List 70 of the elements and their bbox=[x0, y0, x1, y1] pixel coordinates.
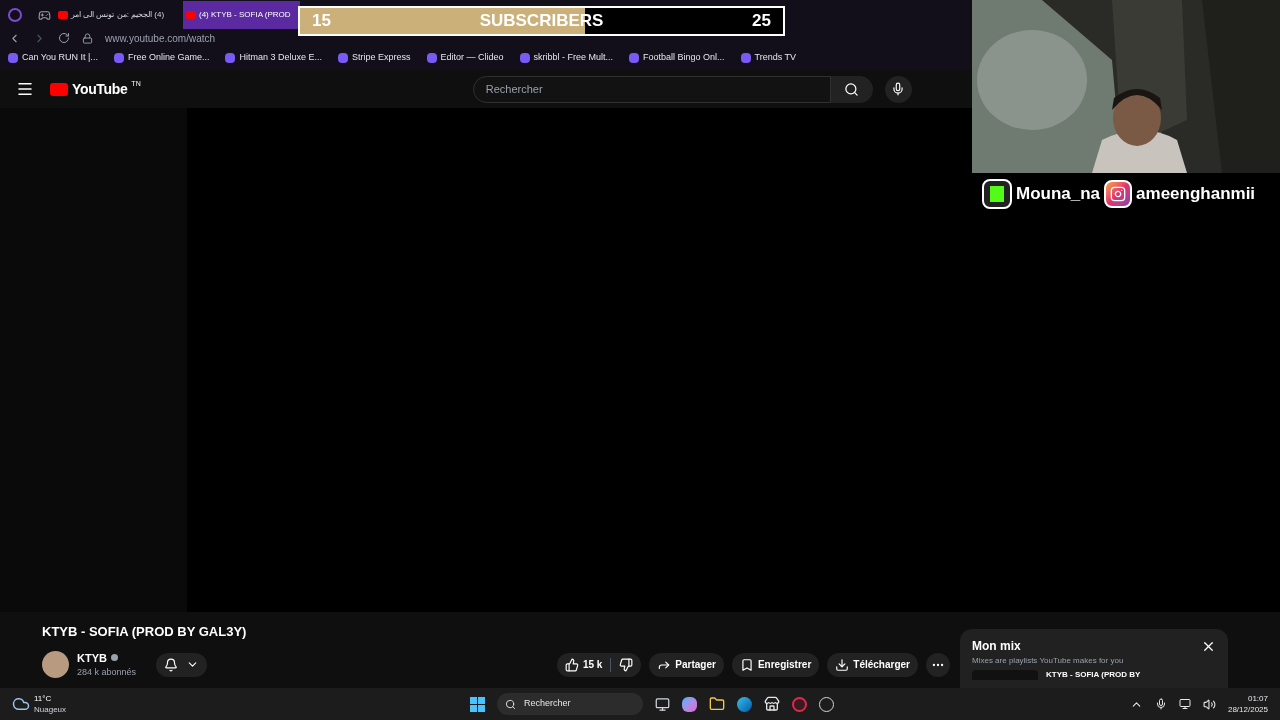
taskbar-search-field[interactable]: Rechercher bbox=[497, 693, 644, 715]
notification-button[interactable] bbox=[156, 652, 208, 677]
thumbs-up-icon bbox=[564, 657, 579, 672]
address-field[interactable]: www.youtube.com/watch bbox=[105, 30, 216, 46]
thumbs-down-icon bbox=[619, 657, 634, 672]
mix-item-title[interactable]: KTYB - SOFIA (PROD BY bbox=[1046, 670, 1141, 680]
mix-title: Mon mix bbox=[972, 638, 1021, 655]
instagram-logo-icon bbox=[1104, 180, 1133, 208]
bookmark[interactable]: Free Online Game... bbox=[113, 51, 210, 65]
video-title: KTYB - SOFIA (PROD BY GAL3Y) bbox=[42, 623, 248, 641]
streamer-handle: ameenghanmii bbox=[1136, 183, 1256, 206]
clock-time[interactable]: 01:07 bbox=[1247, 693, 1268, 704]
reload-icon[interactable] bbox=[58, 32, 70, 44]
folder-icon[interactable] bbox=[709, 696, 726, 712]
search-icon bbox=[844, 81, 860, 97]
youtube-icon bbox=[186, 11, 196, 19]
mic-icon bbox=[891, 82, 906, 96]
volume-icon[interactable] bbox=[1202, 697, 1216, 711]
bookmark-favicon-icon bbox=[113, 53, 124, 63]
search-field[interactable]: Rechercher bbox=[472, 75, 831, 103]
gamepad-icon[interactable] bbox=[38, 8, 51, 22]
clock-date[interactable]: 28/12/2025 bbox=[1227, 704, 1268, 715]
browser-tab[interactable]: (4) الجحيم :من تونس الى امر bbox=[55, 1, 181, 29]
action-icon bbox=[739, 657, 754, 672]
verified-icon bbox=[110, 654, 118, 662]
cloud-icon bbox=[12, 695, 30, 713]
task-view-icon[interactable] bbox=[655, 696, 671, 712]
bookmark-favicon-icon bbox=[629, 53, 640, 63]
voice-search-button[interactable] bbox=[884, 75, 912, 103]
streamer-handle: Mouna_na bbox=[1016, 183, 1101, 206]
weather-text: Nuageux bbox=[34, 704, 67, 715]
action-button[interactable]: Partager bbox=[649, 652, 724, 677]
bookmark[interactable]: Can You RUN It |... bbox=[8, 51, 98, 65]
bookmark-favicon-icon bbox=[8, 53, 18, 63]
bookmark[interactable]: Hitman 3 Deluxe E... bbox=[225, 51, 322, 65]
action-button[interactable]: Enregistrer bbox=[731, 652, 820, 677]
bookmark[interactable]: Stripe Express bbox=[338, 51, 411, 65]
network-icon[interactable] bbox=[1178, 698, 1191, 710]
windows-start-icon[interactable] bbox=[470, 696, 486, 712]
bookmark[interactable]: Editor — Clideo bbox=[426, 51, 504, 65]
goal-start-count: 15 bbox=[312, 10, 331, 33]
bookmark-favicon-icon bbox=[225, 53, 236, 63]
mix-subtitle: Mixes are playlists YouTube makes for you bbox=[972, 655, 1125, 667]
youtube-logo[interactable]: YouTube bbox=[72, 78, 128, 100]
bell-icon bbox=[164, 657, 179, 672]
search-button[interactable] bbox=[830, 75, 873, 103]
channel-avatar[interactable] bbox=[42, 651, 69, 678]
action-icon bbox=[835, 657, 850, 672]
goal-target-count: 25 bbox=[752, 10, 771, 33]
search-icon bbox=[505, 698, 517, 710]
youtube-icon bbox=[58, 11, 68, 19]
lock-icon bbox=[82, 32, 93, 44]
store-icon[interactable] bbox=[764, 696, 781, 712]
temperature: 11°C bbox=[34, 693, 53, 704]
video-player[interactable] bbox=[0, 108, 1280, 612]
bookmark-favicon-icon bbox=[338, 53, 348, 63]
channel-name[interactable]: KTYB bbox=[77, 649, 107, 666]
browser-tab[interactable]: (4) KTYB - SOFIA (PROD bbox=[183, 1, 300, 29]
subscriber-count: 284 k abonnés bbox=[77, 666, 137, 679]
menu-icon[interactable] bbox=[16, 80, 34, 98]
bookmark-favicon-icon bbox=[519, 53, 530, 63]
mic-icon[interactable] bbox=[1154, 698, 1167, 710]
bookmark[interactable]: Football Bingo Onl... bbox=[629, 51, 725, 65]
action-button[interactable]: Télécharger bbox=[827, 652, 918, 677]
bookmark-favicon-icon bbox=[740, 53, 751, 63]
youtube-logo-icon bbox=[50, 82, 68, 96]
bookmark[interactable]: skribbl - Free Mult... bbox=[519, 51, 614, 65]
browser-logo-icon[interactable] bbox=[8, 8, 22, 22]
bookmark[interactable]: Trends TV bbox=[740, 51, 797, 65]
bookmark-favicon-icon bbox=[426, 53, 437, 63]
